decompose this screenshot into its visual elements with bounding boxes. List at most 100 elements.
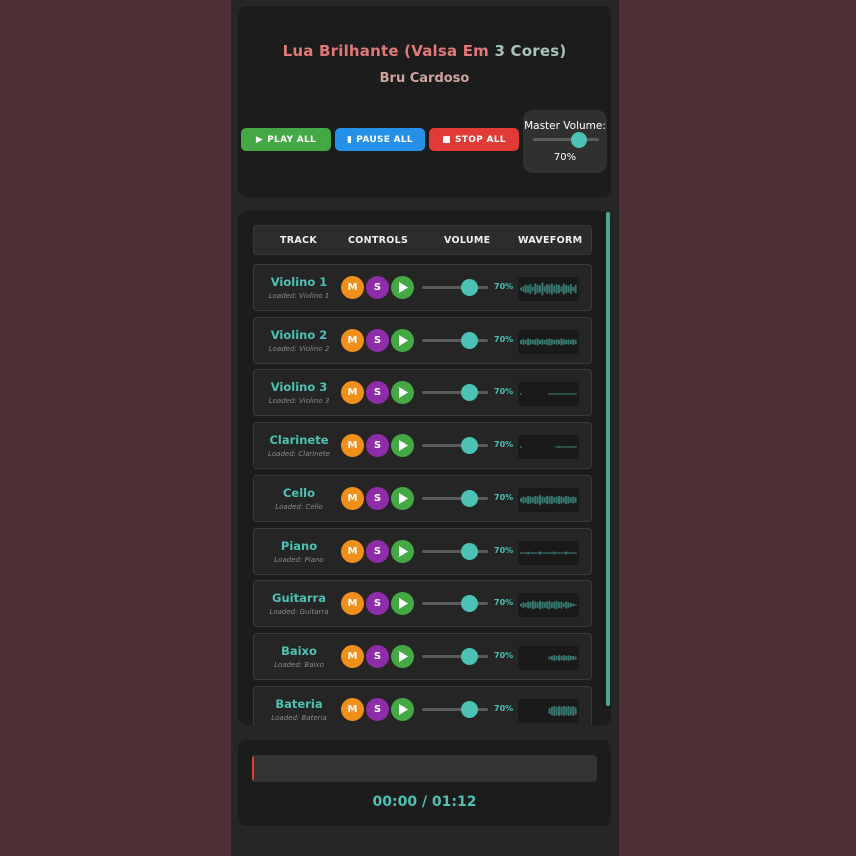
- track-play-button[interactable]: [391, 434, 414, 458]
- pause-all-button[interactable]: ▮ PAUSE ALL: [335, 128, 425, 151]
- mixer-app: Lua Brilhante (Valsa Em 3 Cores) Bru Car…: [231, 0, 619, 856]
- mute-button[interactable]: M: [341, 592, 364, 616]
- track-volume-slider[interactable]: [422, 391, 488, 395]
- track-play-button[interactable]: [391, 539, 414, 563]
- track-play-button[interactable]: [391, 381, 414, 405]
- waveform-bar: [553, 655, 556, 661]
- track-volume-slider[interactable]: [422, 549, 488, 553]
- column-track: TRACK: [280, 235, 317, 246]
- mute-button[interactable]: M: [341, 328, 364, 352]
- waveform-bar: [558, 339, 560, 344]
- mute-button[interactable]: M: [341, 539, 364, 563]
- waveform-bar: [562, 446, 565, 448]
- track-volume-slider[interactable]: [422, 654, 488, 658]
- track-volume-knob[interactable]: [460, 542, 478, 560]
- track-volume-slider[interactable]: [422, 286, 488, 289]
- track-volume-slider[interactable]: [422, 707, 488, 711]
- play-icon: [398, 440, 408, 452]
- solo-button[interactable]: S: [366, 276, 389, 299]
- waveform-bar: [527, 338, 530, 346]
- waveform-bar: [520, 551, 522, 554]
- tracks-scrollbar[interactable]: [606, 212, 610, 706]
- track-play-button[interactable]: [391, 486, 414, 510]
- track-volume-knob[interactable]: [460, 384, 478, 402]
- track-volume-knob[interactable]: [460, 489, 478, 507]
- solo-button[interactable]: S: [366, 434, 389, 458]
- waveform-bar: [541, 282, 544, 296]
- track-status: Loaded: Cello: [275, 502, 323, 511]
- waveform-bar: [546, 495, 549, 504]
- waveform-bar: [574, 656, 577, 660]
- waveform-bar: [560, 601, 563, 609]
- waveform-bar: [543, 339, 546, 344]
- waveform-bar: [520, 339, 522, 344]
- solo-button[interactable]: S: [366, 381, 389, 405]
- track-waveform: [518, 540, 579, 565]
- mute-button[interactable]: M: [341, 276, 364, 299]
- solo-label: S: [373, 282, 382, 293]
- solo-button[interactable]: S: [366, 539, 389, 563]
- track-play-button[interactable]: [391, 276, 414, 299]
- track-play-button[interactable]: [391, 592, 414, 616]
- waveform-bar: [548, 284, 551, 294]
- mute-button[interactable]: M: [341, 644, 364, 668]
- stop-all-label: STOP ALL: [454, 134, 506, 145]
- waveform-bar: [527, 285, 530, 293]
- track-play-button[interactable]: [391, 644, 414, 668]
- track-volume-slider[interactable]: [422, 338, 488, 342]
- solo-button[interactable]: S: [366, 697, 389, 721]
- mute-button[interactable]: M: [341, 434, 364, 458]
- solo-button[interactable]: S: [366, 486, 389, 510]
- time-display: 00:00 / 01:12: [372, 794, 477, 810]
- solo-button[interactable]: S: [366, 592, 389, 616]
- waveform-bar: [524, 551, 527, 554]
- play-all-button[interactable]: ▶ PLAY ALL: [241, 128, 331, 151]
- waveform-bar: [560, 655, 563, 660]
- track-waveform: [518, 382, 579, 407]
- solo-label: S: [373, 492, 382, 504]
- track-volume-slider[interactable]: [422, 444, 488, 448]
- track-volume-knob[interactable]: [460, 437, 478, 455]
- track-name: Piano: [280, 538, 318, 553]
- track-volume-value: 70%: [494, 492, 514, 502]
- waveform-bar: [543, 551, 546, 554]
- mute-button[interactable]: M: [341, 697, 364, 721]
- waveform-bar: [534, 338, 537, 345]
- solo-button[interactable]: S: [366, 644, 389, 668]
- track-volume-knob[interactable]: [460, 279, 478, 296]
- waveform-bar: [574, 284, 577, 294]
- progress-bar[interactable]: [252, 755, 597, 782]
- track-volume-knob[interactable]: [460, 647, 478, 665]
- waveform-bar: [558, 446, 560, 448]
- waveform-bar: [555, 284, 558, 294]
- waveform-bar: [520, 603, 522, 607]
- mute-button[interactable]: M: [341, 381, 364, 405]
- waveform-bar: [558, 655, 560, 661]
- track-volume-slider[interactable]: [422, 602, 488, 606]
- waveform-bar: [565, 601, 568, 609]
- track-play-button[interactable]: [391, 697, 414, 721]
- solo-label: S: [373, 703, 382, 715]
- track-name: Violino 3: [270, 380, 328, 395]
- master-volume-slider[interactable]: [533, 138, 599, 141]
- track-volume-knob[interactable]: [460, 700, 478, 718]
- track-volume-value: 70%: [494, 703, 514, 713]
- track-volume-knob[interactable]: [460, 331, 478, 349]
- waveform-bar: [546, 601, 549, 609]
- track-volume-knob[interactable]: [460, 595, 478, 613]
- waveform-bar: [527, 551, 530, 554]
- waveform-bar: [534, 495, 537, 504]
- track-play-button[interactable]: [391, 328, 414, 352]
- waveform-bar: [534, 283, 537, 295]
- track-waveform: [518, 435, 579, 460]
- mute-button[interactable]: M: [341, 486, 364, 510]
- waveform-bar: [541, 338, 544, 345]
- master-volume-knob[interactable]: [571, 132, 588, 148]
- waveform-bar: [529, 338, 532, 345]
- waveform-bar: [560, 551, 563, 554]
- solo-button[interactable]: S: [366, 328, 389, 352]
- stop-all-button[interactable]: ■ STOP ALL: [429, 128, 519, 151]
- track-volume-slider[interactable]: [422, 496, 488, 500]
- footer-panel: 00:00 / 01:12: [238, 740, 611, 826]
- waveform-bar: [560, 286, 563, 292]
